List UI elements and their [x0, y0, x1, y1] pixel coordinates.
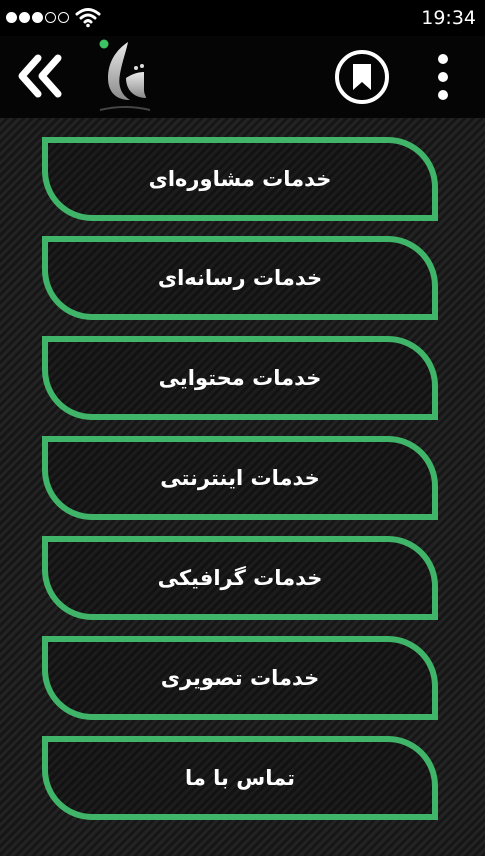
back-button[interactable] — [14, 52, 66, 100]
signal-dots-icon — [6, 12, 69, 23]
menu-item-content-services[interactable]: خدمات محتوایی — [42, 336, 438, 420]
menu-item-label: خدمات مشاوره‌ای — [148, 167, 332, 191]
menu-item-label: خدمات گرافیکی — [157, 566, 323, 590]
app-bar — [0, 36, 485, 118]
menu-item-consulting-services[interactable]: خدمات مشاوره‌ای — [42, 137, 438, 221]
bookmark-icon — [335, 50, 389, 104]
menu-item-label: خدمات رسانه‌ای — [157, 266, 323, 290]
status-time: 19:34 — [421, 7, 476, 29]
status-bar: 19:34 — [0, 0, 485, 36]
menu-item-media-services[interactable]: خدمات رسانه‌ای — [42, 236, 438, 320]
wifi-icon — [75, 8, 101, 28]
bookmark-button[interactable] — [333, 48, 391, 106]
menu-item-internet-services[interactable]: خدمات اینترنتی — [42, 436, 438, 520]
menu-item-video-services[interactable]: خدمات تصویری — [42, 636, 438, 720]
menu-item-label: تماس با ما — [184, 766, 296, 790]
more-vertical-icon — [438, 54, 448, 100]
menu-item-label: خدمات محتوایی — [158, 366, 322, 390]
app-logo — [86, 38, 164, 116]
more-options-button[interactable] — [428, 50, 458, 104]
menu-item-label: خدمات تصویری — [160, 666, 320, 690]
double-chevron-left-icon — [18, 54, 62, 98]
menu-item-graphic-services[interactable]: خدمات گرافیکی — [42, 536, 438, 620]
menu-item-contact-us[interactable]: تماس با ما — [42, 736, 438, 820]
menu-item-label: خدمات اینترنتی — [160, 466, 320, 490]
